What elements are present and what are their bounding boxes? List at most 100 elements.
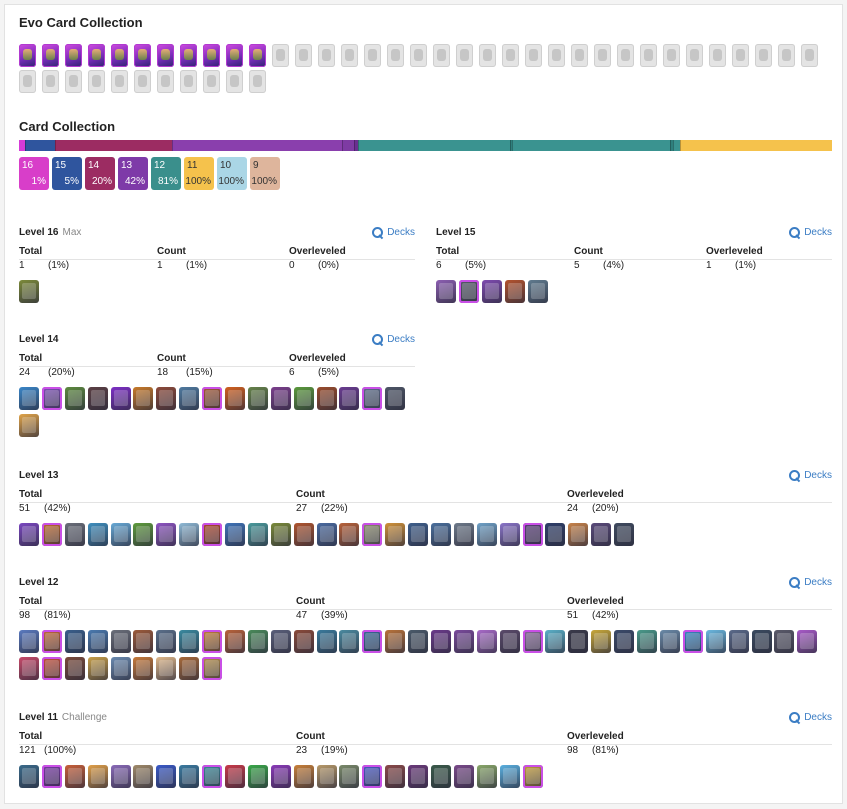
- card-icon[interactable]: [568, 523, 589, 546]
- card-icon[interactable]: [156, 657, 177, 680]
- evo-card-locked[interactable]: [502, 44, 519, 67]
- card-icon[interactable]: [41, 523, 62, 546]
- card-icon[interactable]: [527, 280, 548, 303]
- card-icon[interactable]: [316, 387, 337, 410]
- evo-card-locked[interactable]: [525, 44, 542, 67]
- card-icon[interactable]: [19, 630, 39, 653]
- evo-card-owned[interactable]: [180, 44, 197, 67]
- decks-link[interactable]: Decks: [789, 577, 832, 588]
- card-icon[interactable]: [133, 765, 154, 788]
- evo-card-locked[interactable]: [19, 70, 36, 93]
- card-icon[interactable]: [431, 630, 452, 653]
- evo-card-locked[interactable]: [479, 44, 496, 67]
- card-icon[interactable]: [179, 630, 200, 653]
- evo-card-locked[interactable]: [295, 44, 312, 67]
- card-icon[interactable]: [247, 630, 268, 653]
- card-icon[interactable]: [339, 387, 360, 410]
- card-icon[interactable]: [179, 387, 200, 410]
- evo-card-locked[interactable]: [203, 70, 220, 93]
- card-icon[interactable]: [591, 630, 612, 653]
- card-icon[interactable]: [316, 765, 337, 788]
- card-icon[interactable]: [751, 630, 772, 653]
- card-icon[interactable]: [568, 630, 589, 653]
- card-icon[interactable]: [202, 387, 223, 410]
- card-icon[interactable]: [19, 523, 39, 546]
- card-icon[interactable]: [202, 765, 223, 788]
- evo-card-locked[interactable]: [341, 44, 358, 67]
- card-icon[interactable]: [179, 523, 200, 546]
- decks-link[interactable]: Decks: [372, 227, 415, 238]
- card-icon[interactable]: [659, 630, 680, 653]
- card-icon[interactable]: [19, 280, 39, 303]
- evo-card-locked[interactable]: [617, 44, 634, 67]
- evo-card-locked[interactable]: [640, 44, 657, 67]
- card-icon[interactable]: [436, 280, 456, 303]
- evo-card-locked[interactable]: [226, 70, 243, 93]
- card-icon[interactable]: [225, 387, 246, 410]
- card-icon[interactable]: [41, 765, 62, 788]
- evo-card-locked[interactable]: [663, 44, 680, 67]
- evo-card-locked[interactable]: [134, 70, 151, 93]
- card-icon[interactable]: [247, 387, 268, 410]
- card-icon[interactable]: [133, 657, 154, 680]
- evo-card-locked[interactable]: [318, 44, 335, 67]
- card-icon[interactable]: [87, 523, 108, 546]
- card-icon[interactable]: [293, 765, 314, 788]
- card-icon[interactable]: [499, 630, 520, 653]
- evo-card-locked[interactable]: [778, 44, 795, 67]
- card-icon[interactable]: [476, 765, 497, 788]
- card-icon[interactable]: [431, 765, 452, 788]
- card-icon[interactable]: [202, 657, 223, 680]
- evo-card-locked[interactable]: [548, 44, 565, 67]
- card-icon[interactable]: [476, 523, 497, 546]
- evo-card-locked[interactable]: [157, 70, 174, 93]
- card-icon[interactable]: [156, 630, 177, 653]
- card-icon[interactable]: [705, 630, 726, 653]
- evo-card-locked[interactable]: [709, 44, 726, 67]
- evo-card-locked[interactable]: [180, 70, 197, 93]
- card-icon[interactable]: [19, 387, 39, 410]
- card-icon[interactable]: [504, 280, 525, 303]
- evo-card-owned[interactable]: [157, 44, 174, 67]
- card-icon[interactable]: [156, 387, 177, 410]
- card-icon[interactable]: [522, 523, 543, 546]
- decks-link[interactable]: Decks: [789, 712, 832, 723]
- evo-card-locked[interactable]: [111, 70, 128, 93]
- evo-card-owned[interactable]: [19, 44, 36, 67]
- card-icon[interactable]: [19, 414, 39, 437]
- card-icon[interactable]: [316, 523, 337, 546]
- card-icon[interactable]: [133, 523, 154, 546]
- card-icon[interactable]: [614, 630, 635, 653]
- card-icon[interactable]: [522, 765, 543, 788]
- evo-card-locked[interactable]: [272, 44, 289, 67]
- evo-card-locked[interactable]: [686, 44, 703, 67]
- card-icon[interactable]: [499, 523, 520, 546]
- card-icon[interactable]: [110, 630, 131, 653]
- card-icon[interactable]: [225, 630, 246, 653]
- card-icon[interactable]: [270, 523, 291, 546]
- card-icon[interactable]: [499, 765, 520, 788]
- card-icon[interactable]: [64, 657, 85, 680]
- card-icon[interactable]: [637, 630, 658, 653]
- card-icon[interactable]: [270, 765, 291, 788]
- evo-card-locked[interactable]: [42, 70, 59, 93]
- card-icon[interactable]: [110, 523, 131, 546]
- card-icon[interactable]: [385, 523, 406, 546]
- card-icon[interactable]: [156, 765, 177, 788]
- card-icon[interactable]: [458, 280, 479, 303]
- card-icon[interactable]: [362, 630, 383, 653]
- card-icon[interactable]: [408, 523, 429, 546]
- card-icon[interactable]: [293, 387, 314, 410]
- evo-card-locked[interactable]: [571, 44, 588, 67]
- card-icon[interactable]: [110, 765, 131, 788]
- card-icon[interactable]: [362, 523, 383, 546]
- card-icon[interactable]: [133, 630, 154, 653]
- card-icon[interactable]: [431, 523, 452, 546]
- evo-card-locked[interactable]: [732, 44, 749, 67]
- card-icon[interactable]: [545, 630, 566, 653]
- evo-card-owned[interactable]: [42, 44, 59, 67]
- card-icon[interactable]: [453, 523, 474, 546]
- evo-card-owned[interactable]: [88, 44, 105, 67]
- card-icon[interactable]: [293, 523, 314, 546]
- card-icon[interactable]: [179, 657, 200, 680]
